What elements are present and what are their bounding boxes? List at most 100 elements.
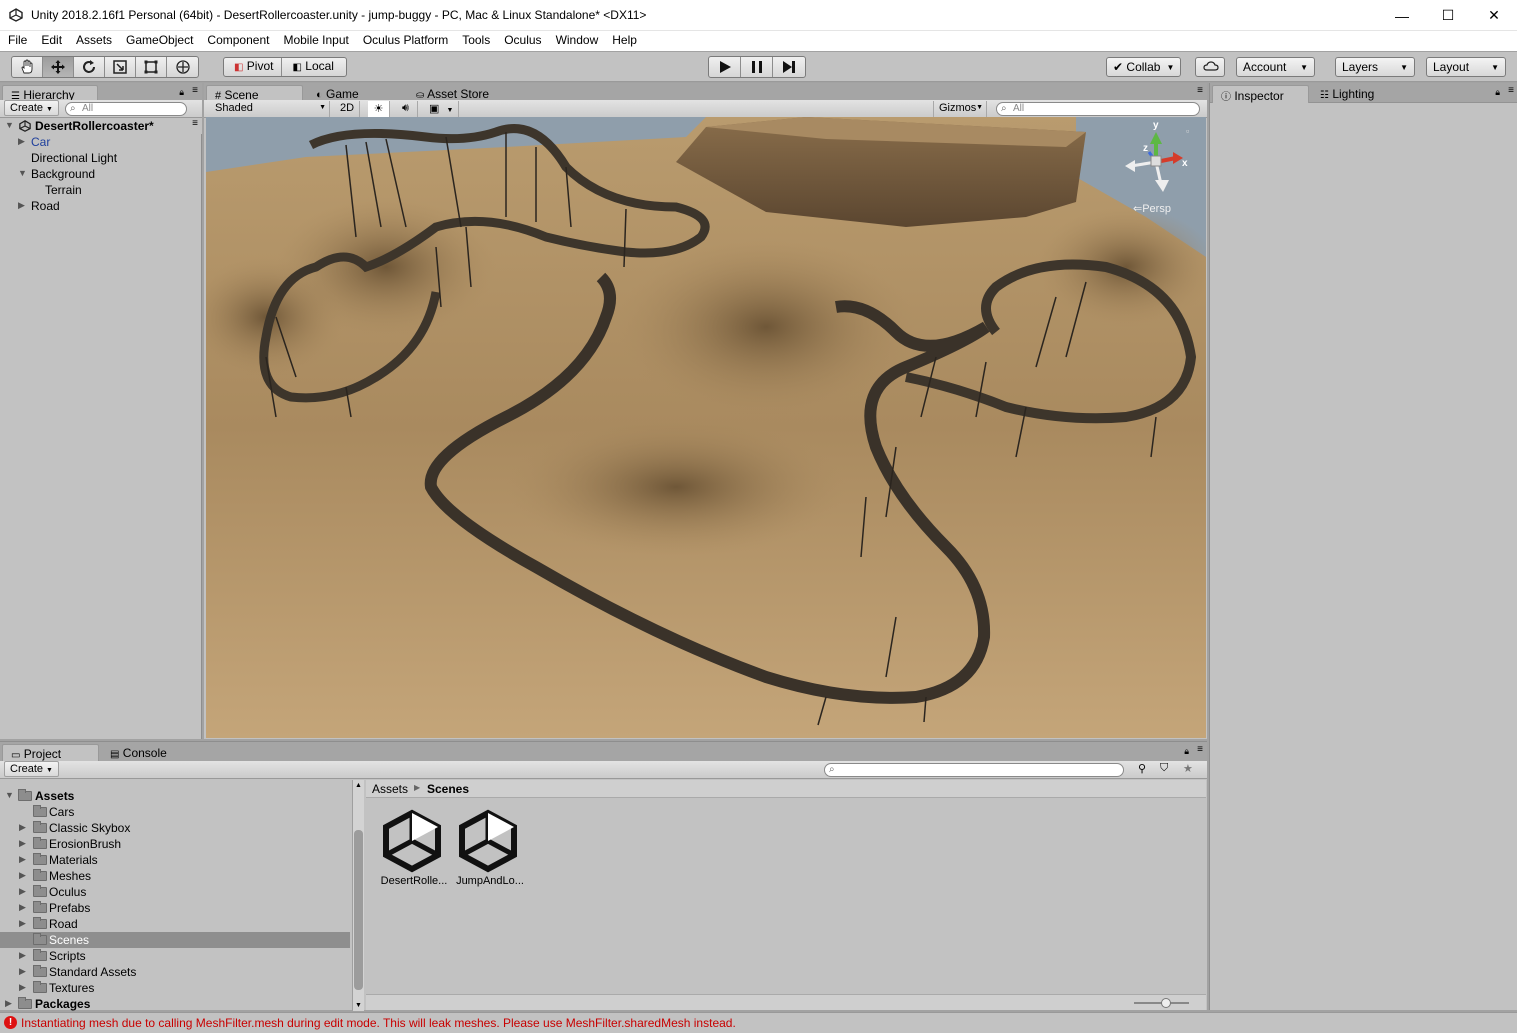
scale-tool-button[interactable] [105, 57, 136, 77]
cloud-button[interactable] [1195, 57, 1225, 77]
folder-item[interactable]: ▶ Textures [0, 980, 350, 996]
collapsed-arrow-icon[interactable]: ▶ [18, 200, 25, 211]
lighting-toggle[interactable]: ☀ [368, 101, 390, 117]
collapsed-arrow-icon[interactable]: ▶ [19, 918, 26, 929]
breadcrumb-assets[interactable]: Assets [372, 782, 408, 796]
folder-item[interactable]: Cars [0, 804, 350, 820]
assets-root-folder[interactable]: ▼ Assets [0, 788, 350, 804]
folder-item[interactable]: ▶ Meshes [0, 868, 350, 884]
menu-oculus[interactable]: Oculus [497, 31, 548, 51]
favorite-star-icon[interactable]: ★ [1183, 762, 1193, 775]
collab-dropdown[interactable]: ✔ Collab ▼ [1106, 57, 1182, 77]
scene-asset-tile[interactable]: DesertRolle... [376, 809, 448, 889]
lock-icon[interactable]: 🔒︎ [1495, 87, 1500, 98]
effects-dropdown[interactable]: ▣ ▼ [424, 101, 459, 117]
zoom-slider-thumb[interactable] [1161, 998, 1171, 1008]
tab-project[interactable]: ▭ Project [2, 744, 99, 762]
folder-item[interactable]: ▶ Scripts [0, 948, 350, 964]
folder-item[interactable]: Scenes [0, 932, 350, 948]
breadcrumb-scenes[interactable]: Scenes [427, 782, 469, 796]
menu-help[interactable]: Help [605, 31, 644, 51]
folder-item[interactable]: ▶ Standard Assets [0, 964, 350, 980]
gizmos-dropdown[interactable]: Gizmos ▼ [933, 101, 987, 117]
pivot-button[interactable]: ◧ Pivot [224, 58, 283, 76]
folder-item[interactable]: ▶ Prefabs [0, 900, 350, 916]
scroll-down-icon[interactable]: ▼ [355, 1002, 362, 1009]
scroll-up-icon[interactable]: ▲ [355, 782, 362, 789]
folder-item[interactable]: ▶ ErosionBrush [0, 836, 350, 852]
scene-root-row[interactable]: ▼ DesertRollercoaster* ≡ [0, 118, 202, 134]
folder-item[interactable]: ▶ Road [0, 916, 350, 932]
expanded-arrow-icon[interactable]: ▼ [5, 120, 14, 130]
scene-menu-icon[interactable]: ≡ [192, 118, 198, 129]
collapsed-arrow-icon[interactable]: ▶ [19, 886, 26, 897]
close-button[interactable]: ✕ [1471, 0, 1517, 31]
hierarchy-item[interactable]: ▼ Background [0, 166, 202, 182]
menu-mobile-input[interactable]: Mobile Input [276, 31, 355, 51]
play-button[interactable] [709, 57, 741, 77]
layout-dropdown[interactable]: Layout ▼ [1426, 57, 1506, 77]
lock-icon[interactable]: ▫ [1186, 126, 1189, 136]
collapsed-arrow-icon[interactable]: ▶ [19, 822, 26, 833]
tab-console[interactable]: ▤ Console [102, 744, 175, 762]
scene-viewport[interactable]: y x z ⇐Persp ▫ [206, 117, 1206, 738]
hierarchy-item[interactable]: ▶ Road [0, 198, 202, 214]
panel-menu-icon[interactable]: ≡ [1197, 744, 1203, 755]
collapsed-arrow-icon[interactable]: ▶ [19, 838, 26, 849]
hierarchy-item[interactable]: Terrain [0, 182, 202, 198]
hand-tool-button[interactable] [12, 57, 43, 77]
folder-item[interactable]: ▶ Materials [0, 852, 350, 868]
step-button[interactable] [773, 57, 805, 77]
move-tool-button[interactable] [43, 57, 74, 77]
folder-item[interactable]: ▶ Oculus [0, 884, 350, 900]
menu-edit[interactable]: Edit [34, 31, 69, 51]
minimize-button[interactable]: — [1379, 0, 1425, 31]
panel-menu-icon[interactable]: ≡ [1197, 85, 1203, 96]
audio-toggle[interactable]: 🔊︎ [394, 101, 418, 117]
menu-component[interactable]: Component [200, 31, 276, 51]
collapsed-arrow-icon[interactable]: ▶ [19, 966, 26, 977]
project-create-button[interactable]: Create ▼ [4, 761, 59, 777]
project-search-input[interactable]: ⌕ [824, 763, 1124, 777]
panel-menu-icon[interactable]: ≡ [1508, 85, 1514, 96]
menu-gameobject[interactable]: GameObject [119, 31, 200, 51]
hierarchy-item[interactable]: ▶ Car [0, 134, 202, 150]
panel-menu-icon[interactable]: ≡ [192, 85, 198, 96]
expanded-arrow-icon[interactable]: ▼ [5, 790, 14, 800]
layers-dropdown[interactable]: Layers ▼ [1335, 57, 1415, 77]
folder-item[interactable]: ▶ Classic Skybox [0, 820, 350, 836]
collapsed-arrow-icon[interactable]: ▶ [19, 982, 26, 993]
rect-tool-button[interactable] [136, 57, 167, 77]
transform-tool-button[interactable] [167, 57, 198, 77]
hierarchy-item[interactable]: Directional Light [0, 150, 202, 166]
scrollbar-thumb[interactable] [354, 830, 363, 990]
toggle-2d-button[interactable]: 2D [335, 101, 360, 117]
projection-toggle[interactable]: ⇐Persp [1133, 202, 1171, 215]
local-button[interactable]: ◧ Local [282, 58, 345, 76]
collapsed-arrow-icon[interactable]: ▶ [5, 998, 12, 1009]
folder-tree-scrollbar[interactable]: ▲ ▼ [352, 780, 364, 1011]
orientation-gizmo[interactable]: y x z ⇐Persp ▫ [1121, 120, 1191, 217]
collapsed-arrow-icon[interactable]: ▶ [19, 902, 26, 913]
maximize-button[interactable]: ☐ [1425, 0, 1471, 31]
menu-oculus-platform[interactable]: Oculus Platform [356, 31, 455, 51]
collapsed-arrow-icon[interactable]: ▶ [19, 870, 26, 881]
account-dropdown[interactable]: Account ▼ [1236, 57, 1315, 77]
hierarchy-search-input[interactable]: ⌕ All [65, 102, 187, 116]
collapsed-arrow-icon[interactable]: ▶ [19, 854, 26, 865]
create-button[interactable]: Create ▼ [4, 100, 59, 116]
scene-asset-tile[interactable]: JumpAndLo... [452, 809, 524, 889]
rotate-tool-button[interactable] [74, 57, 105, 77]
collapsed-arrow-icon[interactable]: ▶ [19, 950, 26, 961]
scene-search-input[interactable]: ⌕ All [996, 102, 1200, 116]
filter-by-type-icon[interactable]: ⚲ [1138, 762, 1146, 775]
lock-icon[interactable]: 🔒︎ [179, 87, 184, 98]
tab-inspector[interactable]: ⓘ Inspector [1212, 85, 1309, 103]
menu-assets[interactable]: Assets [69, 31, 119, 51]
shading-mode-dropdown[interactable]: Shaded ▼ [210, 101, 330, 117]
lock-icon[interactable]: 🔒︎ [1184, 746, 1189, 757]
pause-button[interactable] [741, 57, 773, 77]
expanded-arrow-icon[interactable]: ▼ [18, 168, 27, 178]
menu-window[interactable]: Window [549, 31, 606, 51]
packages-root-folder[interactable]: ▶ Packages [0, 996, 350, 1011]
